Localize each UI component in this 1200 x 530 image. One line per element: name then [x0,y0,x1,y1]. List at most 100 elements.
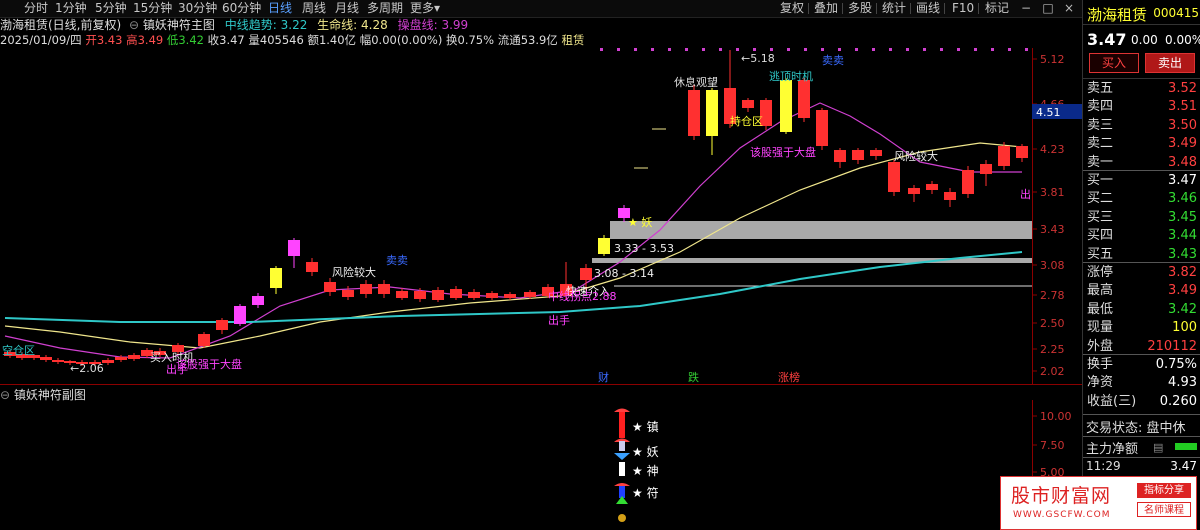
quote-row-value: 3.48 [1168,154,1197,170]
quote-row-label: 最高 [1087,283,1114,299]
candle-body [580,268,592,280]
quote-row-label: 买一 [1087,173,1114,188]
candle-body [414,291,426,299]
event-die: 跌 [688,370,699,384]
signal-dot [1025,48,1028,51]
life-line [4,142,1023,349]
sub-chart-title: ⊖ 镇妖神符副图 [0,388,86,402]
y-tick-label: 2.25 [1040,343,1065,356]
candle-body [962,170,974,194]
kline-chart[interactable]: 5.124.664.233.813.433.082.782.502.252.02… [0,0,1082,530]
annotation-tag-3: 出手 [166,362,188,376]
y-tick-label: 3.81 [1040,186,1065,199]
candle-body [742,100,754,108]
annotation-sell-2: 卖卖 [386,254,408,267]
candle-body [234,306,246,324]
annotation-high: ←5.18 [741,52,775,65]
price-pct: 0.00% [1165,33,1200,47]
quote-row-value: 3.46 [1168,191,1197,207]
quote-row-label: 最低 [1087,301,1114,317]
sub-collapse-icon[interactable]: ⊖ [0,388,10,402]
quote-row: 外盘 210112 [1083,337,1200,356]
candle-body [798,80,810,118]
quote-row: 买三 3.45 [1083,208,1200,227]
main-net-label: 主力净额 [1086,442,1139,457]
signal-dot [804,48,807,51]
candle-body [102,360,114,363]
resistance-band-upper [610,221,1032,239]
annotation-risk-right: 风险较大 [894,149,938,163]
signal-dot [719,48,722,51]
candle-body [288,240,300,256]
quote-row: 净资 4.93 [1083,373,1200,392]
quote-row-value: 3.49 [1168,136,1197,152]
current-price-value: 4.51 [1036,106,1061,119]
annotation-exit-right: 出 [1020,187,1031,201]
quote-row: 买四 3.44 [1083,226,1200,245]
signal-dot [940,48,943,51]
quote-row-label: 卖二 [1087,136,1114,152]
annotation-escape-top: 逃顶时机 [769,69,813,83]
candle-body [40,357,52,360]
candle-body [52,360,64,362]
signal-dot [617,48,620,51]
candle-body [198,334,210,346]
quote-row-value: 3.51 [1168,99,1197,115]
candle-body [432,290,444,300]
quote-row-label: 换手 [1087,357,1114,372]
candle-body [780,80,792,132]
quote-row-label: 卖四 [1087,99,1114,115]
sub-y-tick-label: 10.00 [1040,410,1072,423]
quote-row-label: 卖三 [1087,117,1114,133]
signal-dot [753,48,756,51]
candle-body [688,90,700,136]
quote-row-label: 买四 [1087,228,1114,244]
quote-row-value: 3.42 [1168,301,1197,317]
candle-body [360,284,372,294]
quote-row: 涨停 3.82 [1083,263,1200,282]
candle-body [908,188,920,194]
quote-row-value: 3.47 [1168,173,1197,188]
candle-body [468,292,480,298]
main-net-bar [1175,443,1197,450]
quote-row: 买五 3.43 [1083,245,1200,264]
signal-dot [855,48,858,51]
list-icon[interactable]: ▤ [1153,441,1163,454]
signal-yao: ★ 妖 [632,445,659,459]
sell-button[interactable]: 卖出 [1145,53,1195,73]
price-change: 0.00 [1131,33,1158,47]
signal-dot [906,48,909,51]
signal-dot [787,48,790,51]
candle-body [396,291,408,298]
candle-body [252,296,264,305]
candle-body [342,290,354,297]
sub-chart-name[interactable]: 镇妖神符副图 [14,388,86,402]
quote-row: 收益(三) 0.260 [1083,392,1200,411]
signal-dot [923,48,926,51]
y-tick-label: 3.43 [1040,223,1065,236]
candle-body [834,150,846,162]
tick-price: 3.47 [1170,459,1197,473]
y-tick-label: 2.02 [1040,365,1065,378]
annotation-star-yao: ★ 妖 [628,215,652,229]
signal-dot [974,48,977,51]
candle-body [270,268,282,288]
watermark-tag-1: 指标分享 [1137,483,1191,498]
annotation-price-tip: 中线拐点2.88 [548,289,617,303]
y-tick-label: 2.78 [1040,289,1065,302]
candle-body [998,146,1010,166]
watermark-url: WWW.GSCFW.COM [1013,510,1111,520]
quote-row: 买二 3.46 [1083,189,1200,208]
candle-body [524,292,536,297]
y-tick-label: 5.12 [1040,53,1065,66]
candle-body [944,192,956,200]
candle-body [980,164,992,174]
quote-row: 换手 0.75% [1083,355,1200,374]
quote-row-value: 3.45 [1168,209,1197,225]
buy-button[interactable]: 买入 [1089,53,1139,73]
signal-dot [600,48,603,51]
quote-row: 现量 100 [1083,318,1200,337]
candle-body [486,293,498,298]
candle-body [706,90,718,136]
quote-row-label: 买二 [1087,191,1114,207]
